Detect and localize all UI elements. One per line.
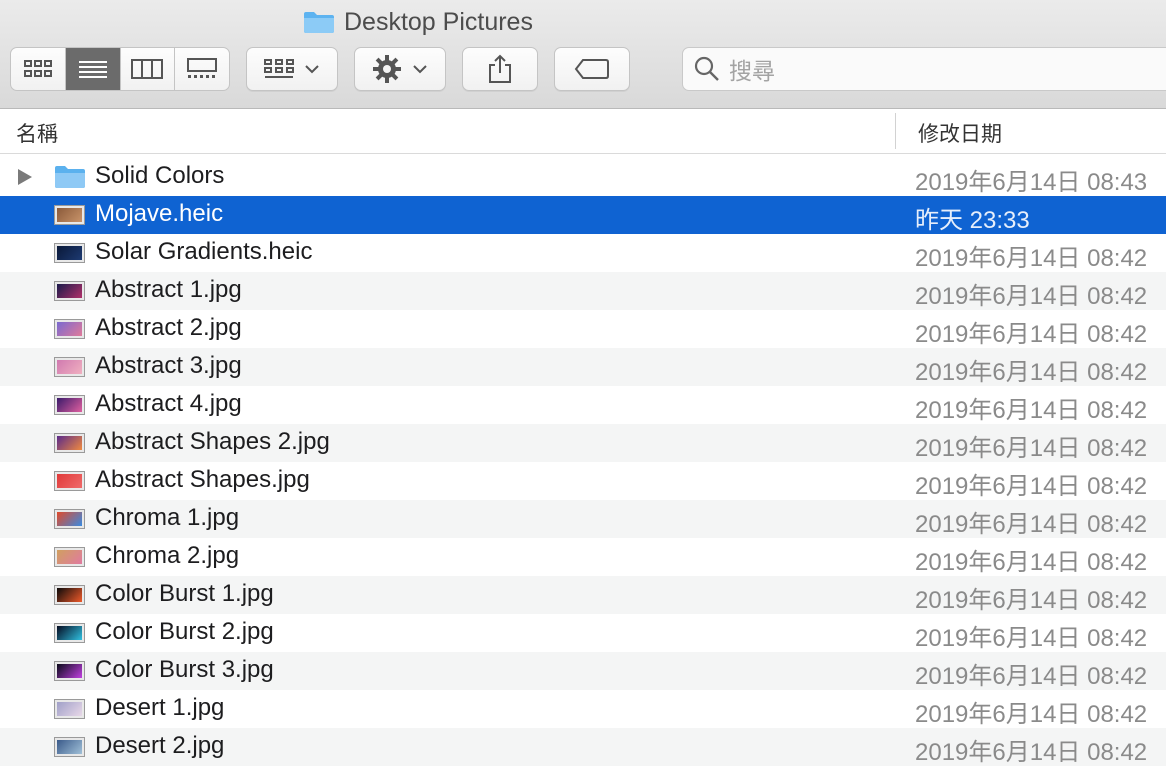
file-row[interactable]: Desert 1.jpg 2019年6月14日 08:42 bbox=[0, 690, 1166, 728]
column-view-button[interactable] bbox=[121, 48, 176, 90]
gallery-icon bbox=[187, 58, 218, 78]
search-placeholder: 搜尋 bbox=[729, 58, 775, 84]
file-name: Color Burst 3.jpg bbox=[95, 656, 274, 683]
gallery-view-button[interactable] bbox=[175, 48, 229, 90]
file-row[interactable]: Chroma 2.jpg 2019年6月14日 08:42 bbox=[0, 538, 1166, 576]
window-title-text: Desktop Pictures bbox=[344, 7, 533, 36]
tag-icon bbox=[574, 59, 609, 79]
columns-icon bbox=[131, 59, 164, 79]
file-row[interactable]: Abstract 4.jpg 2019年6月14日 08:42 bbox=[0, 386, 1166, 424]
chevron-down-icon bbox=[305, 65, 319, 74]
file-row[interactable]: Abstract Shapes 2.jpg 2019年6月14日 08:42 bbox=[0, 424, 1166, 462]
file-row[interactable]: Color Burst 2.jpg 2019年6月14日 08:42 bbox=[0, 614, 1166, 652]
file-date-modified: 2019年6月14日 08:42 bbox=[915, 397, 1148, 424]
file-date-modified: 2019年6月14日 08:42 bbox=[915, 663, 1148, 690]
list-view-button[interactable] bbox=[65, 48, 121, 90]
file-row[interactable]: Desert 2.jpg 2019年6月14日 08:42 bbox=[0, 728, 1166, 766]
image-thumbnail-icon bbox=[55, 586, 84, 604]
file-date-modified: 2019年6月14日 08:42 bbox=[915, 435, 1148, 462]
image-thumbnail-icon bbox=[55, 206, 84, 224]
image-thumbnail-icon bbox=[55, 358, 84, 376]
image-thumbnail-icon bbox=[55, 662, 84, 680]
grid-icon bbox=[23, 60, 52, 77]
file-date-modified: 2019年6月14日 08:42 bbox=[915, 739, 1148, 766]
gear-icon bbox=[373, 55, 401, 83]
file-row[interactable]: Abstract 3.jpg 2019年6月14日 08:42 bbox=[0, 348, 1166, 386]
share-icon bbox=[489, 54, 511, 83]
group-grid-icon bbox=[264, 59, 294, 78]
file-date-modified: 2019年6月14日 08:42 bbox=[915, 359, 1148, 386]
image-thumbnail-icon bbox=[55, 548, 84, 566]
search-icon bbox=[694, 56, 719, 81]
file-name: Solar Gradients.heic bbox=[95, 238, 313, 265]
file-name: Color Burst 1.jpg bbox=[95, 580, 274, 607]
file-date-modified: 2019年6月14日 08:42 bbox=[915, 245, 1148, 272]
date-modified-column-header[interactable]: 修改日期 bbox=[918, 118, 1002, 148]
name-column-header[interactable]: 名稱 bbox=[16, 118, 58, 148]
view-mode-segmented-control[interactable] bbox=[10, 47, 230, 91]
file-row[interactable]: Abstract 2.jpg 2019年6月14日 08:42 bbox=[0, 310, 1166, 348]
file-name: Mojave.heic bbox=[95, 200, 224, 227]
file-row[interactable]: Chroma 1.jpg 2019年6月14日 08:42 bbox=[0, 500, 1166, 538]
folder-icon bbox=[55, 166, 85, 188]
list-icon bbox=[78, 61, 107, 78]
chevron-down-icon bbox=[413, 65, 427, 74]
file-date-modified: 2019年6月14日 08:42 bbox=[915, 473, 1148, 500]
file-name: Color Burst 2.jpg bbox=[95, 618, 274, 645]
column-divider[interactable] bbox=[895, 113, 896, 149]
file-row[interactable]: Color Burst 3.jpg 2019年6月14日 08:42 bbox=[0, 652, 1166, 690]
file-row[interactable]: Abstract Shapes.jpg 2019年6月14日 08:42 bbox=[0, 462, 1166, 500]
image-thumbnail-icon bbox=[55, 396, 84, 414]
group-by-button[interactable] bbox=[246, 47, 338, 91]
image-thumbnail-icon bbox=[55, 738, 84, 756]
file-name: Abstract 3.jpg bbox=[95, 352, 242, 379]
window-toolbar: Desktop Pictures 搜尋 bbox=[0, 0, 1166, 109]
tags-button[interactable] bbox=[554, 47, 630, 91]
image-thumbnail-icon bbox=[55, 320, 84, 338]
icon-view-button[interactable] bbox=[11, 48, 66, 90]
file-name: Desert 1.jpg bbox=[95, 694, 225, 721]
file-date-modified: 2019年6月14日 08:42 bbox=[915, 587, 1148, 614]
file-list: Solid Colors 2019年6月14日 08:43 Mojave.heic 昨… bbox=[0, 158, 1166, 766]
file-date-modified: 2019年6月14日 08:43 bbox=[915, 169, 1148, 196]
file-date-modified: 2019年6月14日 08:42 bbox=[915, 321, 1148, 348]
file-name: Abstract Shapes.jpg bbox=[95, 466, 310, 493]
image-thumbnail-icon bbox=[55, 282, 84, 300]
file-row[interactable]: Solar Gradients.heic 2019年6月14日 08:42 bbox=[0, 234, 1166, 272]
file-name: Solid Colors bbox=[95, 162, 225, 189]
image-thumbnail-icon bbox=[55, 434, 84, 452]
file-name: Chroma 2.jpg bbox=[95, 542, 240, 569]
file-date-modified: 2019年6月14日 08:42 bbox=[915, 549, 1148, 576]
file-date-modified: 2019年6月14日 08:42 bbox=[915, 511, 1148, 538]
file-date-modified: 2019年6月14日 08:42 bbox=[915, 625, 1148, 652]
column-header: 名稱 修改日期 bbox=[0, 109, 1166, 154]
file-row[interactable]: Mojave.heic 昨天 23:33 bbox=[0, 196, 1166, 234]
share-button[interactable] bbox=[462, 47, 538, 91]
file-date-modified: 2019年6月14日 08:42 bbox=[915, 283, 1148, 310]
file-row[interactable]: Solid Colors 2019年6月14日 08:43 bbox=[0, 158, 1166, 196]
file-name: Desert 2.jpg bbox=[95, 732, 225, 759]
window-title: Desktop Pictures bbox=[303, 4, 533, 40]
image-thumbnail-icon bbox=[55, 472, 84, 490]
file-date-modified: 昨天 23:33 bbox=[915, 207, 1030, 234]
file-name: Abstract 2.jpg bbox=[95, 314, 242, 341]
file-row[interactable]: Abstract 1.jpg 2019年6月14日 08:42 bbox=[0, 272, 1166, 310]
file-name: Abstract 1.jpg bbox=[95, 276, 242, 303]
action-menu-button[interactable] bbox=[354, 47, 446, 91]
file-name: Abstract Shapes 2.jpg bbox=[95, 428, 330, 455]
file-row[interactable]: Color Burst 1.jpg 2019年6月14日 08:42 bbox=[0, 576, 1166, 614]
image-thumbnail-icon bbox=[55, 244, 84, 262]
file-date-modified: 2019年6月14日 08:42 bbox=[915, 701, 1148, 728]
disclosure-triangle-icon[interactable] bbox=[18, 169, 32, 185]
file-name: Chroma 1.jpg bbox=[95, 504, 240, 531]
search-field[interactable]: 搜尋 bbox=[682, 47, 1166, 91]
file-name: Abstract 4.jpg bbox=[95, 390, 242, 417]
image-thumbnail-icon bbox=[55, 510, 84, 528]
image-thumbnail-icon bbox=[55, 624, 84, 642]
image-thumbnail-icon bbox=[55, 700, 84, 718]
folder-icon bbox=[304, 12, 334, 33]
